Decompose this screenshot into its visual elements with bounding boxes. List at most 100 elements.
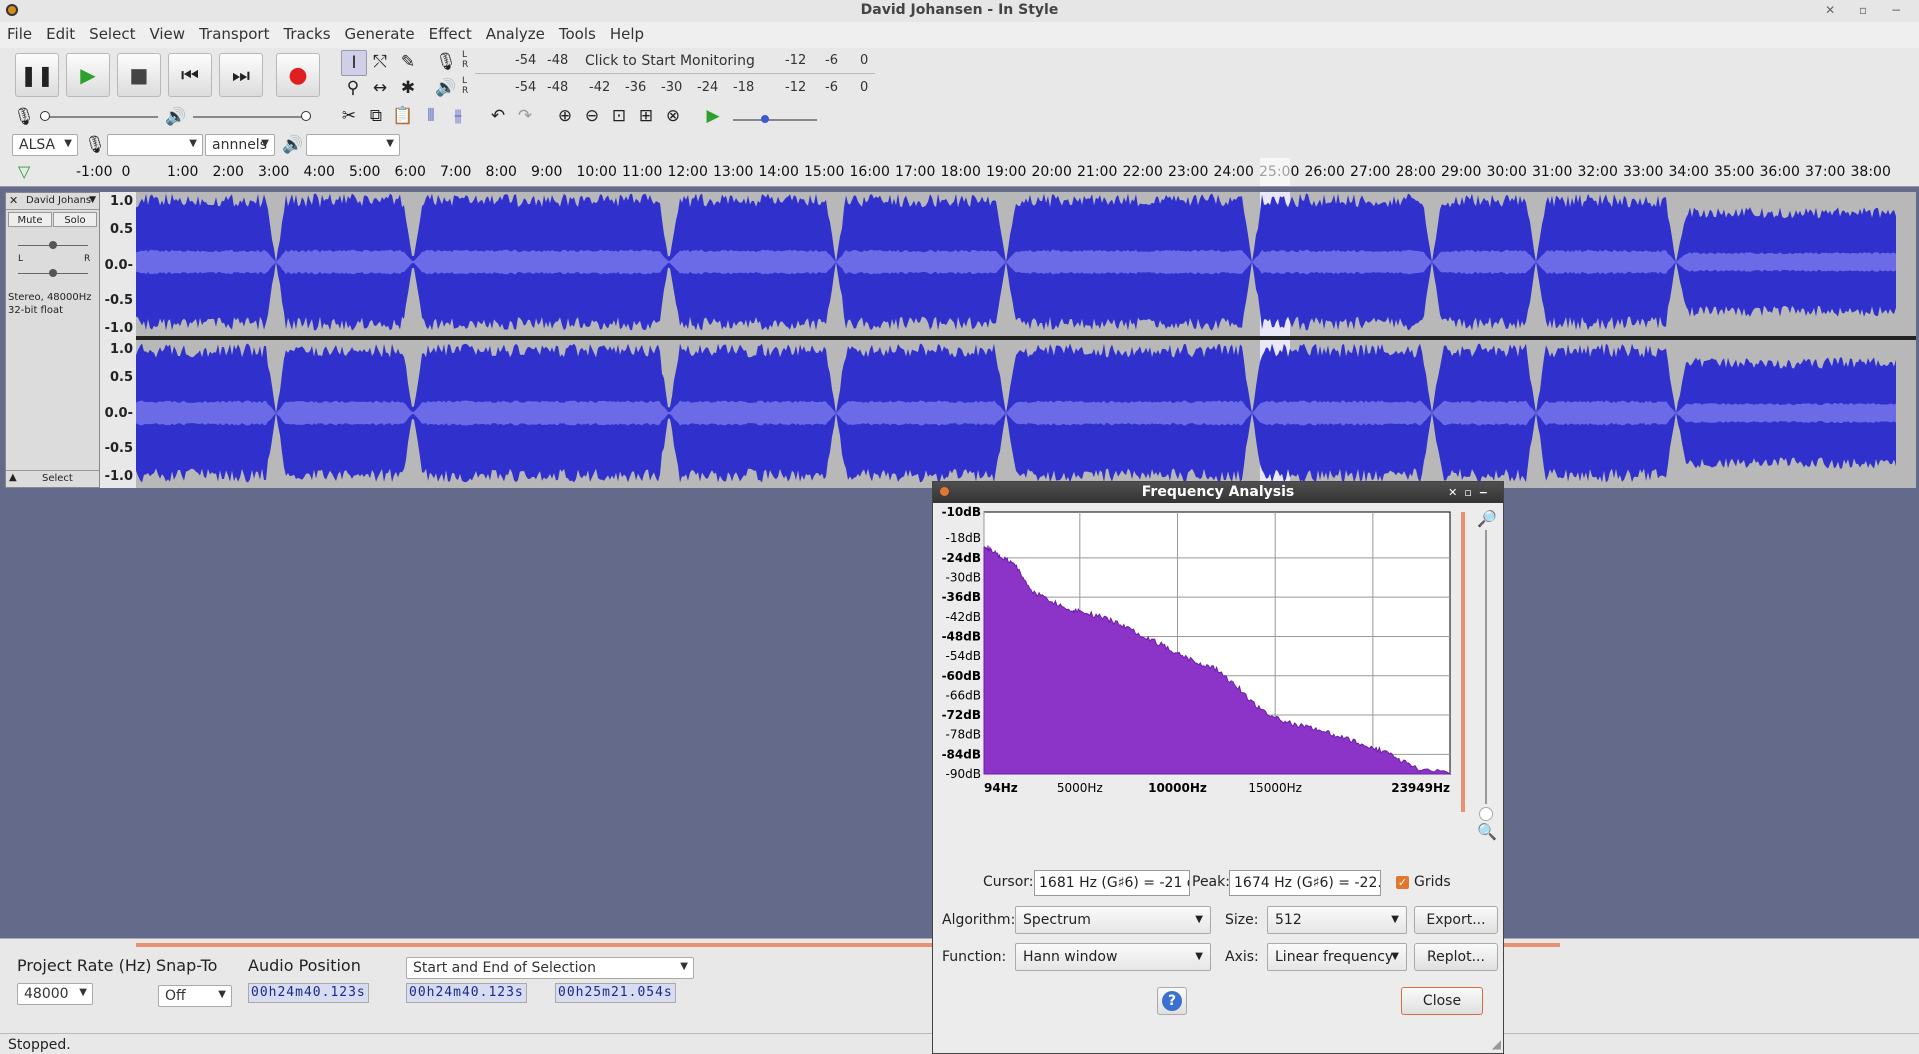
playback-volume-slider[interactable] <box>193 111 311 121</box>
window-controls[interactable]: ✕ ▫ − <box>1825 3 1911 17</box>
play-meter[interactable]: -54 -48 -42 -36 -30 -24 -18 -12 -6 0 <box>475 80 875 100</box>
menu-tracks[interactable]: Tracks <box>276 22 337 46</box>
pan-slider[interactable] <box>18 269 88 277</box>
export-button[interactable]: Export... <box>1414 906 1498 934</box>
mute-button[interactable]: Mute <box>8 212 52 227</box>
menu-effect[interactable]: Effect <box>422 22 479 46</box>
zoom-in-icon[interactable]: 🔎 <box>1477 509 1497 528</box>
recording-device-select[interactable]: ▼ <box>107 134 203 156</box>
selection-mode-select[interactable]: Start and End of Selection ▼ <box>406 957 694 979</box>
grids-checkbox[interactable]: ✓ <box>1396 876 1409 889</box>
audio-position-time[interactable]: 00h24m40.123s <box>248 983 369 1003</box>
ruler-tick-label: 17:00 <box>895 164 936 180</box>
db-tick-label: -78dB <box>946 728 981 742</box>
menu-generate[interactable]: Generate <box>338 22 422 46</box>
fit-selection-button[interactable]: ⊡ <box>607 104 631 128</box>
play-meter-speaker-icon[interactable]: 🔊 <box>434 76 458 100</box>
copy-button[interactable]: ⧉ <box>364 104 388 128</box>
slider-thumb[interactable] <box>301 111 311 121</box>
zoom-toggle-button[interactable]: ⊗ <box>661 104 685 128</box>
select-track-button[interactable]: Select <box>42 473 73 484</box>
solo-button[interactable]: Solo <box>53 212 97 227</box>
menu-edit[interactable]: Edit <box>39 22 82 46</box>
audio-host-select[interactable]: ALSA ▼ <box>12 134 78 156</box>
chevron-down-icon: ▼ <box>1195 914 1203 925</box>
meter-tick: -24 <box>697 80 719 95</box>
record-meter[interactable]: -54 -48 Click to Start Monitoring -12 -6… <box>475 53 875 74</box>
menu-file[interactable]: File <box>0 22 39 46</box>
click-to-monitor-label[interactable]: Click to Start Monitoring <box>585 53 755 69</box>
slider-thumb[interactable] <box>761 115 769 123</box>
play-button[interactable]: ▶ <box>66 53 110 97</box>
stop-button[interactable]: ■ <box>117 53 161 97</box>
slider-thumb[interactable] <box>49 241 57 249</box>
undo-button[interactable]: ↶ <box>486 104 510 128</box>
redo-button[interactable]: ↷ <box>513 104 537 128</box>
function-select[interactable]: Hann window ▼ <box>1015 943 1211 971</box>
menu-analyze[interactable]: Analyze <box>479 22 552 46</box>
silence-button[interactable]: ⫵ <box>446 104 470 128</box>
slider-thumb[interactable] <box>40 111 50 121</box>
menu-help[interactable]: Help <box>603 22 651 46</box>
dialog-window-controls[interactable]: ✕▫− <box>1448 482 1495 503</box>
trim-button[interactable]: ⫴ <box>419 104 443 128</box>
cut-button[interactable]: ✂ <box>337 104 361 128</box>
ruler-tick-label: 30:00 <box>1486 164 1527 180</box>
zoom-out-button[interactable]: ⊖ <box>580 104 604 128</box>
slider-thumb[interactable] <box>49 269 57 277</box>
help-button[interactable]: ? <box>1157 987 1187 1015</box>
project-rate-value: 48000 <box>24 986 69 1002</box>
collapse-track-icon[interactable]: ▲ <box>9 472 17 483</box>
algorithm-select[interactable]: Spectrum ▼ <box>1015 906 1211 934</box>
db-tick-label: -42dB <box>946 610 981 624</box>
envelope-tool-button[interactable]: ⤲ <box>368 50 392 74</box>
play-at-speed-button[interactable]: ▶ <box>701 104 725 128</box>
cursor-value-field[interactable]: 1681 Hz (G♯6) = -21 d <box>1034 870 1190 896</box>
zoom-tool-button[interactable]: ⚲ <box>341 76 365 100</box>
timeshift-tool-button[interactable]: ↔ <box>368 76 392 100</box>
gain-slider[interactable] <box>18 241 88 249</box>
close-button[interactable]: Close <box>1401 987 1483 1015</box>
zoom-in-button[interactable]: ⊕ <box>553 104 577 128</box>
paste-button[interactable]: 📋 <box>391 104 415 128</box>
menu-select[interactable]: Select <box>82 22 142 46</box>
skip-end-icon: ⏭ <box>232 63 250 87</box>
zoom-slider-track[interactable] <box>1461 512 1465 812</box>
vertical-zoom-thumb[interactable] <box>1479 807 1493 821</box>
selection-start-time[interactable]: 00h24m40.123s <box>406 983 527 1003</box>
zoom-out-icon[interactable]: 🔍 <box>1477 822 1497 841</box>
track-name-menu[interactable]: David Johans <box>26 195 91 206</box>
dialog-title-bar[interactable]: Frequency Analysis ✕▫− <box>933 482 1503 503</box>
menu-view[interactable]: View <box>142 22 192 46</box>
record-button[interactable]: ● <box>276 53 320 97</box>
waveform-display[interactable] <box>136 192 1916 488</box>
selection-tool-button[interactable]: I <box>341 50 367 76</box>
axis-select[interactable]: Linear frequency ▼ <box>1267 943 1407 971</box>
close-track-icon[interactable]: ✕ <box>9 194 18 207</box>
menu-tools[interactable]: Tools <box>552 22 603 46</box>
snap-to-select[interactable]: Off ▼ <box>158 985 232 1007</box>
play-speed-slider[interactable] <box>733 115 817 123</box>
fit-project-button[interactable]: ⊞ <box>634 104 658 128</box>
size-select[interactable]: 512 ▼ <box>1267 906 1407 934</box>
play-head-triangle-icon[interactable]: ▽ <box>18 162 30 181</box>
spectrum-plot[interactable]: -10dB -18dB -24dB -30dB -36dB -42dB -48dB -54dB… <box>933 506 1505 796</box>
multi-tool-button[interactable]: ✱ <box>396 76 420 100</box>
project-rate-select[interactable]: 48000 ▼ <box>17 983 93 1005</box>
draw-tool-button[interactable]: ✎ <box>396 50 420 74</box>
playback-device-select[interactable]: ▼ <box>306 134 400 156</box>
skip-start-button[interactable]: ⏮ <box>168 53 212 97</box>
record-meter-mic-icon[interactable]: 🎙 <box>434 50 458 74</box>
skip-end-button[interactable]: ⏭ <box>219 53 263 97</box>
chevron-down-icon[interactable]: ▼ <box>89 195 96 205</box>
resize-grip-icon[interactable]: ◢ <box>1492 1037 1501 1051</box>
record-volume-slider[interactable] <box>40 111 158 121</box>
vertical-zoom-slider[interactable] <box>1485 530 1487 804</box>
replot-button[interactable]: Replot... <box>1414 943 1498 971</box>
timeline-ruler[interactable]: ▽ -1:00 0 1:00 2:00 3:00 4:00 5:00 6:00 7:00 8:00… <box>0 158 1919 187</box>
pause-button[interactable]: ❚❚ <box>15 53 59 97</box>
menu-transport[interactable]: Transport <box>192 22 276 46</box>
recording-channels-select[interactable]: annnels ▼ <box>205 134 275 156</box>
selection-end-time[interactable]: 00h25m21.054s <box>555 983 676 1003</box>
peak-value-field[interactable]: 1674 Hz (G♯6) = -22.3 <box>1229 870 1381 896</box>
